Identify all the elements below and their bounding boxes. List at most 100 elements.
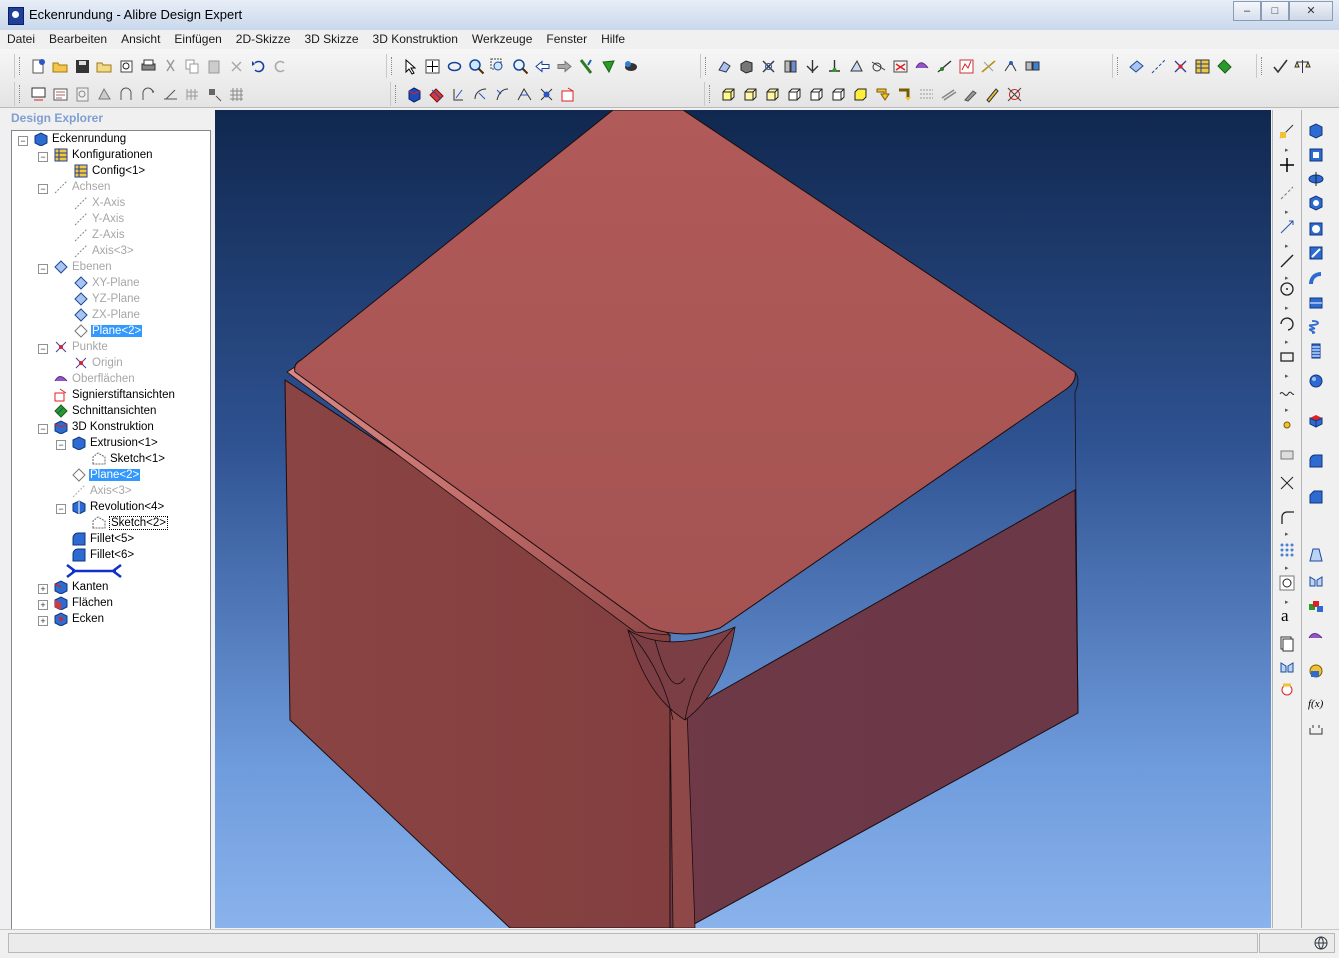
mirror-sketch-icon[interactable] [118,86,135,103]
copy-sketch-icon[interactable] [1278,634,1296,652]
hole-icon[interactable] [560,86,577,103]
zoom-window-icon[interactable] [490,58,507,75]
lines-icon[interactable] [940,86,957,103]
tree-item-zx-plane[interactable]: ZX-Plane [74,307,141,323]
tree-item-x-axis[interactable]: X-Axis [74,195,126,211]
expander-eckenrundung[interactable]: − [18,136,28,146]
loft-icon[interactable] [516,86,533,103]
sweep-icon[interactable] [494,86,511,103]
flyout-arrow[interactable]: ▸ [1285,372,1289,380]
crosshair-icon[interactable] [1278,156,1296,174]
flyout-arrow[interactable]: ▸ [1285,564,1289,572]
paste-icon[interactable] [206,58,223,75]
boolean-tool-icon[interactable] [1307,628,1325,646]
tree-item-schnittansichten[interactable]: Schnittansichten [54,403,157,419]
view-bottom-icon[interactable] [830,86,847,103]
zoom-in-icon[interactable] [468,58,485,75]
sketch-pattern-icon[interactable] [1278,540,1296,558]
feature-tool-icon[interactable] [600,58,617,75]
line-icon[interactable] [1278,252,1296,270]
toolbar-grip[interactable] [19,85,23,103]
pan-icon[interactable] [424,58,441,75]
view-front-icon[interactable] [720,86,737,103]
next-view-icon[interactable] [556,58,573,75]
equations-icon[interactable] [74,86,91,103]
menu-3d-konstruktion[interactable]: 3D Konstruktion [366,30,465,49]
maximize-button[interactable]: □ [1261,1,1289,21]
thread-tool-icon[interactable] [1307,342,1325,360]
insert-icon[interactable] [892,58,909,75]
toolbar-grip[interactable] [1117,57,1121,75]
menu-2d-skizze[interactable]: 2D-Skizze [229,30,298,49]
design-tree[interactable]: − Eckenrundung − Konfigurationen Config<… [11,130,211,930]
assembly-icon[interactable] [1024,58,1041,75]
tree-item-achsen[interactable]: Achsen [54,179,111,195]
point-tool-icon[interactable] [1172,58,1189,75]
tree-item-3d-konstruktion[interactable]: 3D Konstruktion [54,419,155,435]
mate-icon[interactable] [782,58,799,75]
delete-icon[interactable] [228,58,245,75]
open-icon[interactable] [52,58,69,75]
revolve-cut-icon[interactable] [472,86,489,103]
extrude-boss-icon[interactable] [406,86,423,103]
text-box-icon[interactable] [1278,446,1296,464]
tree-item-xy-plane[interactable]: XY-Plane [74,275,141,291]
flyout-arrow[interactable]: ▸ [1285,406,1289,414]
rectangle-icon[interactable] [1278,348,1296,366]
constraint-icon[interactable] [760,58,777,75]
tree-item-axis-3[interactable]: Axis<3> [74,243,135,259]
rotate-icon[interactable] [446,58,463,75]
shell-icon[interactable] [538,86,555,103]
tree-item-origin[interactable]: Origin [74,355,124,371]
sweep-tool-icon[interactable] [1307,220,1325,238]
loft-tool-icon[interactable] [1307,270,1325,288]
pattern-tool-icon[interactable] [1307,598,1325,616]
revolve-cut-tool-icon[interactable] [1307,194,1325,212]
reference-icon[interactable] [96,86,113,103]
simplify-tool-icon[interactable] [1307,722,1325,740]
copy-icon[interactable] [184,58,201,75]
fillet-feature-icon[interactable] [1307,452,1325,470]
tree-item-punkte[interactable]: Punkte [54,339,109,355]
flyout-arrow[interactable]: ▸ [1285,530,1289,538]
expander-kanten[interactable]: + [38,584,48,594]
section-icon[interactable] [980,58,997,75]
extrude-boss-tool-icon[interactable] [1307,122,1325,140]
table-icon[interactable] [1194,58,1211,75]
menu-hilfe[interactable]: Hilfe [594,30,632,49]
grid-snap-icon[interactable] [206,86,223,103]
expander-revolution[interactable]: − [56,504,66,514]
print-preview-icon[interactable] [118,58,135,75]
target-icon[interactable] [1006,86,1023,103]
toolbar-grip[interactable] [709,85,713,103]
tangent-icon[interactable] [870,58,887,75]
draft-tool-icon[interactable] [1307,546,1325,564]
expander-ebenen[interactable]: − [38,264,48,274]
previous-view-icon[interactable] [534,58,551,75]
explode-icon[interactable] [1002,58,1019,75]
flyout-arrow[interactable]: ▸ [1285,598,1289,606]
sketch-point-icon[interactable] [1278,416,1296,434]
construction-line-icon[interactable] [1278,184,1296,202]
toolbar-grip[interactable] [391,57,395,75]
view-cube-icon[interactable] [738,58,755,75]
hole-tool-icon[interactable] [1307,412,1325,430]
dimension-icon[interactable] [30,86,47,103]
expander-3d-konstruktion[interactable]: − [38,424,48,434]
menu-werkzeuge[interactable]: Werkzeuge [465,30,539,49]
dimension-tool-icon[interactable] [1278,218,1296,236]
tree-item-konfigurationen[interactable]: Konfigurationen [54,147,154,163]
plane-tool-icon[interactable] [1128,58,1145,75]
3d-viewport[interactable] [215,110,1271,928]
grid-icon[interactable] [228,86,245,103]
tree-item-ecken[interactable]: Ecken [54,611,105,627]
tree-item-eckenrundung[interactable]: Eckenrundung [34,131,127,147]
tree-item-y-axis[interactable]: Y-Axis [74,211,125,227]
mirror-sketch-icon[interactable] [1278,658,1296,676]
shell-tool-icon[interactable] [1307,372,1325,390]
menu-3d-skizze[interactable]: 3D Skizze [297,30,365,49]
orient-icon[interactable] [848,58,865,75]
tree-item-z-axis[interactable]: Z-Axis [74,227,126,243]
expander-flaechen[interactable]: + [38,600,48,610]
tree-item-oberflaechen[interactable]: Oberflächen [54,371,136,387]
